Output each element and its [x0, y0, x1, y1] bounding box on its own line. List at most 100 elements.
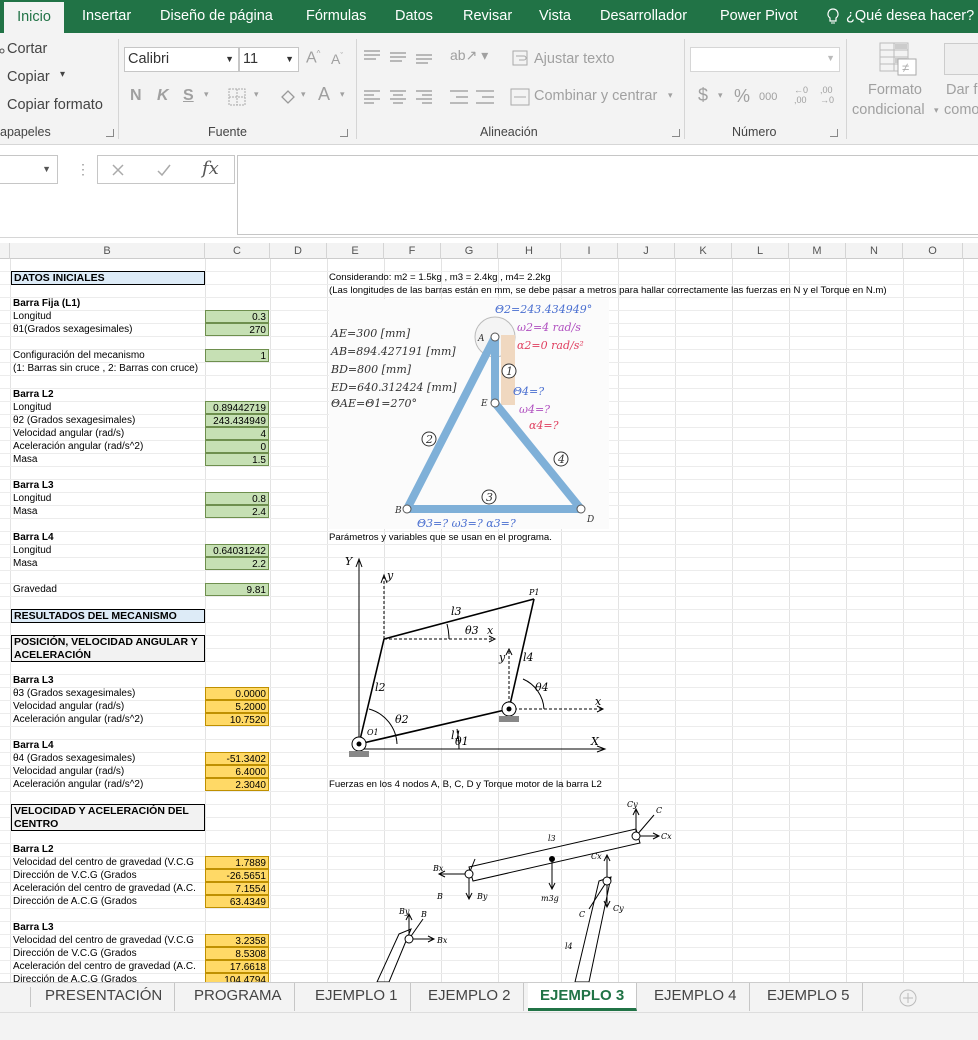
column-header-k[interactable]: K — [675, 243, 732, 259]
tab-power-pivot[interactable]: Power Pivot — [720, 0, 797, 33]
drag-handle-icon[interactable]: ⋮ — [76, 161, 90, 178]
worksheet-grid[interactable]: B C D E F G H I J K L M N O DATOS INICIA… — [0, 243, 978, 982]
column-header-i[interactable]: I — [561, 243, 618, 259]
currency-button[interactable]: $ — [698, 85, 708, 106]
number-launcher-icon[interactable] — [830, 129, 838, 137]
merge-center-button[interactable]: Combinar y centrar — [534, 88, 657, 104]
column-header-p[interactable] — [963, 243, 978, 259]
sheet-tab-ejemplo-1[interactable]: EJEMPLO 1 — [303, 983, 411, 1011]
number-format-select[interactable]: ▼ — [690, 47, 840, 72]
pos-vel-header[interactable]: POSICIÓN, VELOCIDAD ANGULAR Y ACELERACIÓ… — [11, 635, 205, 662]
tab-datos[interactable]: Datos — [395, 0, 433, 33]
conditional-format-label-1[interactable]: Formato — [868, 82, 922, 98]
datos-iniciales-header[interactable]: DATOS INICIALES — [11, 271, 205, 285]
insert-function-button[interactable]: fx — [202, 158, 219, 179]
copy-dropdown-icon[interactable]: ▾ — [60, 69, 65, 80]
sheet-tab-presentacion[interactable]: PRESENTACIÓN — [33, 983, 176, 1011]
l2-longitud-cell[interactable]: 0.89442719 — [205, 401, 269, 414]
gravedad-cell[interactable]: 9.81 — [205, 583, 269, 596]
wrap-text-button[interactable]: Ajustar texto — [534, 51, 615, 67]
fill-dropdown-icon[interactable]: ▾ — [301, 89, 306, 100]
cut-button[interactable]: Cortar — [7, 41, 47, 57]
column-header-n[interactable]: N — [846, 243, 903, 259]
font-color-dropdown-icon[interactable]: ▾ — [340, 89, 345, 100]
decrease-font-icon[interactable]: Aˇ — [331, 51, 343, 67]
column-header-d[interactable]: D — [270, 243, 327, 259]
sheet-tab-ejemplo-3[interactable]: EJEMPLO 3 — [528, 983, 638, 1011]
tab-insertar[interactable]: Insertar — [82, 0, 131, 33]
enter-check-icon[interactable] — [156, 162, 172, 178]
sheet-tab-programa[interactable]: PROGRAMA — [182, 983, 295, 1011]
c-l2-vcg-cell[interactable]: 1.7889 — [205, 856, 269, 869]
l4-longitud-cell[interactable]: 0.64031242 — [205, 544, 269, 557]
l3-masa-cell[interactable]: 2.4 — [205, 505, 269, 518]
tab-vista[interactable]: Vista — [539, 0, 571, 33]
alignment-launcher-icon[interactable] — [672, 129, 680, 137]
l3-longitud-cell[interactable]: 0.8 — [205, 492, 269, 505]
tell-me-search[interactable]: ¿Qué desea hacer? — [846, 0, 974, 33]
c-l2-dvcg-cell[interactable]: -26.5651 — [205, 869, 269, 882]
decrease-decimal-icon[interactable]: ,00 →0 — [820, 85, 834, 105]
tab-formulas[interactable]: Fórmulas — [306, 0, 366, 33]
c-l2-acg-cell[interactable]: 7.1554 — [205, 882, 269, 895]
tab-desarrollador[interactable]: Desarrollador — [600, 0, 687, 33]
thousands-button[interactable]: 000 — [759, 91, 777, 103]
formula-input[interactable] — [237, 155, 978, 235]
r-l4-acc-cell[interactable]: 2.3040 — [205, 778, 269, 791]
cancel-icon[interactable] — [110, 162, 126, 178]
bold-button[interactable]: N — [130, 87, 142, 105]
sheet-tab-ejemplo-4[interactable]: EJEMPLO 4 — [642, 983, 750, 1011]
tab-inicio[interactable]: Inicio — [4, 0, 64, 33]
add-sheet-icon[interactable] — [898, 988, 918, 1008]
c-l2-dacg-cell[interactable]: 63.4349 — [205, 895, 269, 908]
font-size-select[interactable]: 11 ▼ — [239, 47, 299, 72]
underline-button[interactable]: S — [183, 87, 194, 105]
c-l3-acg-cell[interactable]: 17.6618 — [205, 960, 269, 973]
copy-button[interactable]: Copiar — [7, 69, 50, 85]
l1-longitud-cell[interactable]: 0.3 — [205, 310, 269, 323]
format-as-table-label-2[interactable]: como — [944, 102, 978, 118]
name-box[interactable]: ▼ — [0, 155, 58, 184]
merge-dropdown-icon[interactable]: ▾ — [668, 90, 673, 101]
underline-dropdown-icon[interactable]: ▾ — [204, 89, 209, 100]
sheet-tab-ejemplo-5[interactable]: EJEMPLO 5 — [755, 983, 863, 1011]
borders-dropdown-icon[interactable]: ▾ — [254, 89, 259, 100]
format-as-table-label-1[interactable]: Dar f — [946, 82, 977, 98]
increase-decimal-icon[interactable]: ←0,00 — [794, 85, 808, 105]
currency-dropdown-icon[interactable]: ▾ — [718, 90, 723, 101]
percent-button[interactable]: % — [734, 86, 750, 107]
font-color-button[interactable]: A — [318, 84, 330, 105]
config-cell[interactable]: 1 — [205, 349, 269, 362]
borders-icon[interactable] — [228, 88, 246, 106]
italic-button[interactable]: K — [157, 87, 169, 105]
column-header-e[interactable]: E — [327, 243, 384, 259]
column-header-g[interactable]: G — [441, 243, 498, 259]
orientation-icon[interactable]: ab↗ ▾ — [450, 47, 488, 64]
l2-vel-cell[interactable]: 4 — [205, 427, 269, 440]
column-header-l[interactable]: L — [732, 243, 789, 259]
column-header-b[interactable]: B — [10, 243, 205, 259]
column-header-f[interactable]: F — [384, 243, 441, 259]
tab-revisar[interactable]: Revisar — [463, 0, 512, 33]
r-l4-vel-cell[interactable]: 6.4000 — [205, 765, 269, 778]
r-l3-vel-cell[interactable]: 5.2000 — [205, 700, 269, 713]
l4-masa-cell[interactable]: 2.2 — [205, 557, 269, 570]
r-l3-acc-cell[interactable]: 10.7520 — [205, 713, 269, 726]
resultados-header[interactable]: RESULTADOS DEL MECANISMO — [11, 609, 205, 623]
cond-format-dropdown-icon[interactable]: ▾ — [934, 105, 939, 116]
format-painter-button[interactable]: Copiar formato — [7, 97, 103, 113]
column-header-a[interactable] — [0, 243, 10, 259]
c-l3-dvcg-cell[interactable]: 8.5308 — [205, 947, 269, 960]
increase-font-icon[interactable]: A^ — [306, 49, 320, 67]
r-l4-theta-cell[interactable]: -51.3402 — [205, 752, 269, 765]
column-header-c[interactable]: C — [205, 243, 270, 259]
column-header-m[interactable]: M — [789, 243, 846, 259]
horizontal-align-icons[interactable] — [362, 88, 434, 108]
r-l3-theta-cell[interactable]: 0.0000 — [205, 687, 269, 700]
l2-masa-cell[interactable]: 1.5 — [205, 453, 269, 466]
column-header-h[interactable]: H — [498, 243, 561, 259]
l2-acc-cell[interactable]: 0 — [205, 440, 269, 453]
fill-color-icon[interactable] — [278, 87, 298, 107]
conditional-format-label-2[interactable]: condicional — [852, 102, 925, 118]
column-header-o[interactable]: O — [903, 243, 963, 259]
